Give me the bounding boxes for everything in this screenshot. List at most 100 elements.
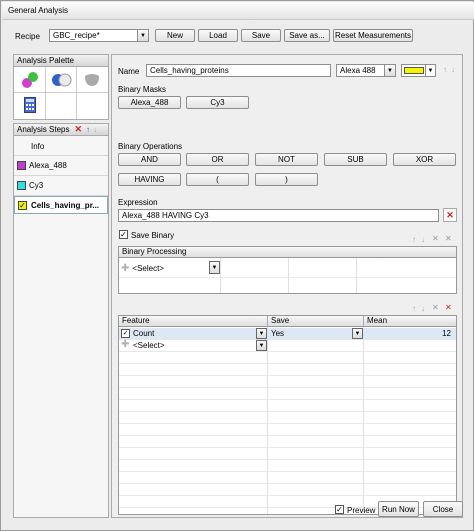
chevron-down-icon[interactable]: ▼ xyxy=(209,261,220,274)
save-button[interactable]: Save xyxy=(241,29,281,42)
analysis-palette-panel: Analysis Palette xyxy=(13,54,109,120)
clear-expression-icon[interactable]: ✕ xyxy=(443,208,457,222)
delete-step-icon[interactable]: ✕ xyxy=(74,124,82,135)
op-close-paren-button[interactable]: ) xyxy=(255,173,318,186)
save-cell: Yes xyxy=(271,329,285,338)
close-button[interactable]: Close xyxy=(423,501,463,517)
step-alexa-488[interactable]: Alexa_488 xyxy=(17,157,109,174)
palette-divider xyxy=(76,67,77,119)
binary-masks-label: Binary Masks xyxy=(118,85,167,94)
grid-line xyxy=(119,423,456,424)
general-analysis-window: General Analysis Recipe GBC_recipe* ▼ Ne… xyxy=(0,0,474,531)
name-label: Name xyxy=(118,67,140,76)
chevron-down-icon[interactable]: ▼ xyxy=(425,65,435,76)
step-cells-having-proteins[interactable]: ✓ Cells_having_pr... xyxy=(14,196,108,214)
move-up-icon[interactable]: ↑ xyxy=(86,125,90,134)
mean-cell: 12 xyxy=(442,329,451,338)
window-title: General Analysis xyxy=(8,6,69,15)
chevron-down-icon[interactable]: ▼ xyxy=(137,30,148,41)
grid-line xyxy=(119,375,456,376)
grid-line xyxy=(119,435,456,436)
op-xor-button[interactable]: XOR xyxy=(393,153,456,166)
mask-alexa-488-button[interactable]: Alexa_488 xyxy=(118,96,181,109)
grid-line xyxy=(119,399,456,400)
step-color-swatch xyxy=(17,161,26,170)
step-cy3[interactable]: Cy3 xyxy=(17,177,109,194)
grid-line xyxy=(119,483,456,484)
feature-column-header: Feature xyxy=(119,316,268,327)
move-up-icon[interactable]: ↑ xyxy=(412,235,416,244)
mask-cy3-button[interactable]: Cy3 xyxy=(186,96,249,109)
load-button[interactable]: Load xyxy=(198,29,238,42)
expression-input[interactable]: Alexa_488 HAVING Cy3 xyxy=(118,209,439,222)
step-cells-label: Cells_having_pr... xyxy=(31,201,100,210)
move-down-icon[interactable]: ↓ xyxy=(421,304,425,313)
binary-operations-label: Binary Operations xyxy=(118,142,183,151)
step-separator xyxy=(14,175,108,176)
clear-all-icon[interactable]: ✕ xyxy=(445,234,452,243)
color-swatch xyxy=(404,67,424,74)
move-down-icon[interactable]: ↓ xyxy=(451,65,455,74)
chevron-down-icon[interactable]: ▼ xyxy=(352,328,363,339)
new-button[interactable]: New xyxy=(155,29,195,42)
color-picker[interactable]: ▼ xyxy=(401,64,436,77)
op-or-button[interactable]: OR xyxy=(186,153,249,166)
select-placeholder: <Select> xyxy=(132,263,164,273)
analysis-steps-title: Analysis Steps xyxy=(17,125,70,134)
row-save-checkbox[interactable]: ✓ xyxy=(121,329,130,338)
step-separator xyxy=(14,155,108,156)
grid-line xyxy=(119,459,456,460)
preview-checkbox[interactable]: ✓ xyxy=(335,505,344,514)
title-bar: General Analysis xyxy=(2,2,474,20)
grid-line xyxy=(356,258,357,293)
mean-column-header: Mean xyxy=(364,316,456,327)
op-having-button[interactable]: HAVING xyxy=(118,173,181,186)
op-sub-button[interactable]: SUB xyxy=(324,153,387,166)
move-up-icon[interactable]: ↑ xyxy=(443,65,447,74)
palette-divider xyxy=(45,67,46,119)
binary-processing-select[interactable]: ✚ <Select> xyxy=(121,261,220,275)
chevron-down-icon[interactable]: ▼ xyxy=(256,340,267,351)
recipe-select-value: GBC_recipe* xyxy=(53,31,100,40)
op-not-button[interactable]: NOT xyxy=(255,153,318,166)
channel-select[interactable]: Alexa 488 ▼ xyxy=(336,64,396,77)
op-open-paren-button[interactable]: ( xyxy=(186,173,249,186)
analysis-palette-header: Analysis Palette xyxy=(14,55,108,67)
name-input[interactable]: Cells_having_proteins xyxy=(146,64,331,77)
move-down-icon[interactable]: ↓ xyxy=(93,125,97,134)
delete-row-icon[interactable]: ✕ xyxy=(432,234,439,243)
segmentation-icon[interactable] xyxy=(21,71,39,89)
op-and-button[interactable]: AND xyxy=(118,153,181,166)
table-row[interactable] xyxy=(119,328,456,339)
chevron-down-icon[interactable]: ▼ xyxy=(384,65,395,76)
delete-row-icon[interactable]: ✕ xyxy=(432,303,439,312)
recipe-select[interactable]: GBC_recipe* ▼ xyxy=(49,29,149,42)
feature-select[interactable]: <Select> xyxy=(133,341,165,350)
move-down-icon[interactable]: ↓ xyxy=(421,235,425,244)
grid-line xyxy=(119,447,456,448)
step-info-label: Info xyxy=(31,142,45,151)
calculator-icon[interactable] xyxy=(24,97,36,113)
save-as-button[interactable]: Save as... xyxy=(284,29,330,42)
grid-line xyxy=(119,387,456,388)
recipe-label: Recipe xyxy=(15,32,40,41)
plus-icon: ✚ xyxy=(121,339,130,350)
grid-line xyxy=(119,471,456,472)
chevron-down-icon[interactable]: ▼ xyxy=(256,328,267,339)
move-up-icon[interactable]: ↑ xyxy=(412,304,416,313)
clear-all-icon[interactable]: ✕ xyxy=(445,303,452,312)
step-color-swatch xyxy=(17,181,26,190)
grid-line xyxy=(119,495,456,496)
run-now-button[interactable]: Run Now xyxy=(378,501,419,517)
grid-line xyxy=(119,411,456,412)
save-binary-checkbox[interactable]: ✓ xyxy=(119,230,128,239)
reset-measurements-button[interactable]: Reset Measurements xyxy=(333,29,413,42)
shape-icon[interactable] xyxy=(83,72,101,88)
grid-line xyxy=(267,327,268,514)
grid-line xyxy=(220,258,221,293)
step-check-icon[interactable]: ✓ xyxy=(18,201,27,210)
step-info[interactable]: Info xyxy=(17,138,109,155)
step-alexa-488-label: Alexa_488 xyxy=(29,161,67,170)
preview-label: Preview xyxy=(347,506,376,515)
overlap-icon[interactable] xyxy=(51,72,73,88)
